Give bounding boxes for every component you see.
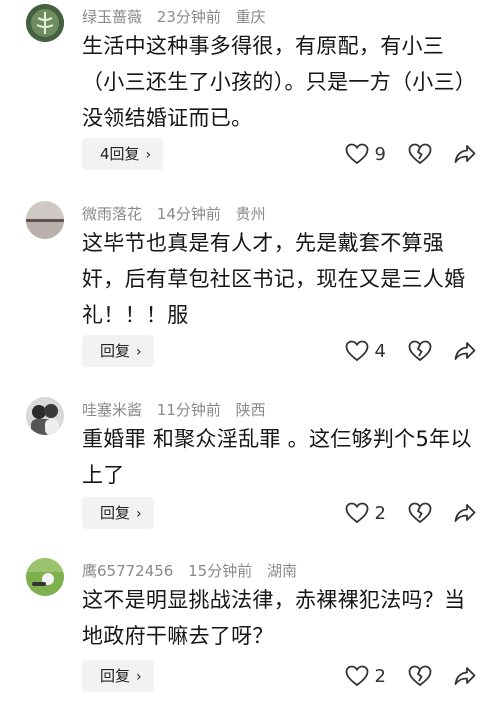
like-count: 4 [374, 340, 386, 362]
share-arrow-icon[interactable] [454, 144, 476, 164]
share-arrow-icon[interactable] [454, 341, 476, 361]
reply-label: 回复 [100, 342, 131, 360]
reply-button[interactable]: 回复 › [82, 497, 154, 529]
comment-time: 11分钟前 [156, 401, 221, 419]
username[interactable]: 哇塞米酱 [82, 401, 142, 419]
user-avatar[interactable] [26, 201, 64, 239]
heart-outline-icon [345, 665, 369, 687]
comment-time: 15分钟前 [188, 562, 253, 580]
reply-button[interactable]: 4回复 › [82, 138, 164, 170]
like-button[interactable]: 4 [345, 340, 408, 362]
comment-time: 14分钟前 [156, 205, 221, 223]
username[interactable]: 鹰65772456 [82, 562, 173, 580]
broken-heart-icon[interactable] [408, 340, 432, 362]
username[interactable]: 微雨落花 [82, 205, 142, 223]
like-button[interactable]: 9 [345, 143, 408, 165]
heart-outline-icon [345, 340, 369, 362]
broken-heart-icon[interactable] [408, 665, 432, 687]
reply-label: 回复 [100, 504, 131, 522]
comment-actions: 9 [345, 138, 476, 170]
reply-label: 4回复 [100, 145, 140, 163]
comment-text: 这不是明显挑战法律，赤裸裸犯法吗？当地政府干嘛去了呀？ [82, 588, 466, 648]
broken-heart-icon[interactable] [408, 502, 432, 524]
heart-outline-icon [345, 502, 369, 524]
comment-meta: 鹰65772456 15分钟前 湖南 [82, 560, 307, 582]
comment-actions: 2 [345, 497, 476, 529]
share-arrow-icon[interactable] [454, 666, 476, 686]
broken-heart-icon[interactable] [408, 143, 432, 165]
reply-label: 回复 [100, 667, 131, 685]
username[interactable]: 绿玉蔷薇 [82, 8, 142, 26]
like-count: 9 [374, 143, 386, 165]
like-button[interactable]: 2 [345, 502, 408, 524]
comment-text: 这毕节也真是有人才，先是戴套不算强奸，后有草包社区书记，现在又是三人婚礼！！！服 [82, 231, 466, 327]
plant-avatar-icon [26, 4, 64, 42]
like-count: 2 [374, 665, 386, 687]
comment-location: 贵州 [235, 205, 266, 223]
reply-button[interactable]: 回复 › [82, 660, 154, 692]
chevron-right-icon: › [136, 669, 142, 685]
like-count: 2 [374, 502, 386, 524]
heart-outline-icon [345, 143, 369, 165]
comment-time: 23分钟前 [156, 8, 221, 26]
people-avatar-icon [26, 397, 64, 435]
golf-avatar-icon [26, 558, 64, 596]
comment-meta: 微雨落花 14分钟前 贵州 [82, 203, 276, 225]
comment-text: 重婚罪 和聚众淫乱罪 。这仨够判个5年以上了 [82, 427, 472, 487]
comment-actions: 4 [345, 335, 476, 367]
user-avatar[interactable] [26, 397, 64, 435]
comment-location: 陕西 [235, 401, 266, 419]
chevron-right-icon: › [145, 147, 152, 163]
comment-meta: 绿玉蔷薇 23分钟前 重庆 [82, 6, 276, 28]
comment-meta: 哇塞米酱 11分钟前 陕西 [82, 399, 276, 421]
chevron-right-icon: › [136, 344, 142, 360]
chevron-right-icon: › [136, 506, 142, 522]
comment-text: 生活中这种事多得很，有原配，有小三（小三还生了小孩的）。只是一方（小三）没领结婚… [82, 34, 477, 130]
seascape-avatar-icon [26, 201, 64, 239]
reply-button[interactable]: 回复 › [82, 335, 154, 367]
share-arrow-icon[interactable] [454, 503, 476, 523]
user-avatar[interactable] [26, 558, 64, 596]
comment-location: 重庆 [235, 8, 266, 26]
like-button[interactable]: 2 [345, 665, 408, 687]
comment-actions: 2 [345, 660, 476, 692]
comment-location: 湖南 [267, 562, 298, 580]
user-avatar[interactable] [26, 4, 64, 42]
